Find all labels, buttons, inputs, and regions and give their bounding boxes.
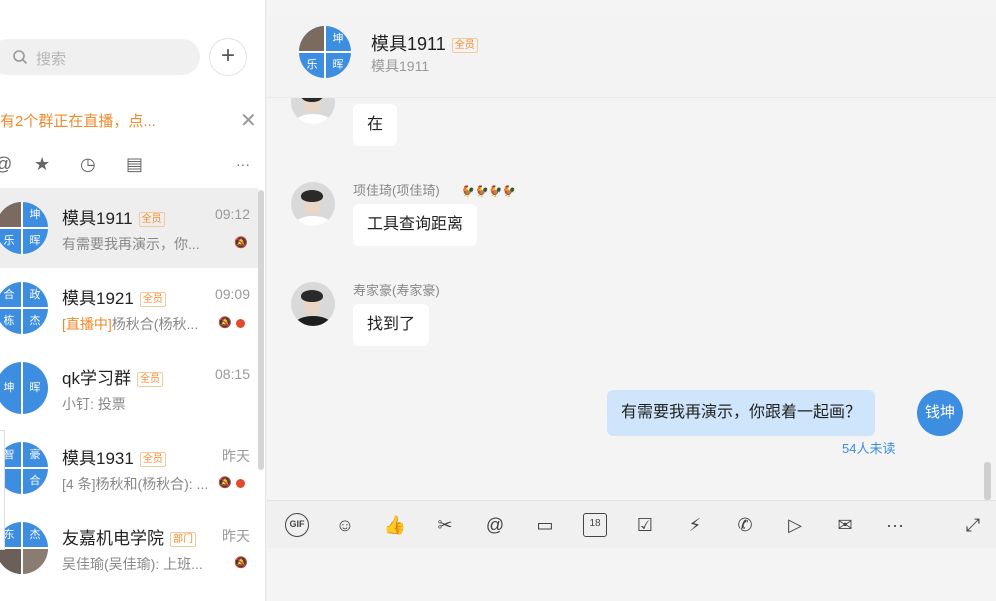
mute-icon: 🔕 bbox=[218, 317, 232, 329]
user-avatar[interactable] bbox=[291, 282, 335, 326]
conversation-time: 08:15 bbox=[214, 366, 250, 382]
conversation-item[interactable]: 坤 晖 qk学习群 全员 08:15 小钉: 投票 bbox=[0, 348, 258, 428]
more-icon[interactable]: ··· bbox=[236, 156, 250, 172]
member-badge: 全员 bbox=[136, 372, 163, 388]
search-input[interactable]: 搜索 bbox=[0, 39, 200, 75]
conversation-preview: 吴佳瑜(吴佳瑜): 上班... bbox=[62, 556, 203, 572]
folder-icon[interactable]: ▭ bbox=[533, 513, 557, 537]
member-badge: 全员 bbox=[138, 212, 165, 228]
user-avatar[interactable] bbox=[291, 98, 335, 124]
emoji-icon[interactable]: ☺ bbox=[333, 513, 357, 537]
calendar-icon[interactable]: 18 bbox=[583, 513, 607, 537]
flash-icon[interactable]: ⚡ bbox=[683, 513, 707, 537]
conversation-time: 昨天 bbox=[222, 528, 250, 544]
gif-icon[interactable]: GIF bbox=[285, 513, 309, 537]
conversation-preview: 有需要我再演示，你... bbox=[62, 236, 200, 252]
mute-icon: 🔕 bbox=[234, 557, 248, 569]
chat-group-avatar[interactable]: 坤 乐 晖 bbox=[299, 26, 351, 78]
member-badge: 全员 bbox=[139, 452, 166, 468]
screenshot-icon[interactable]: ✂ bbox=[433, 513, 457, 537]
conversation-item[interactable]: 坤 乐 晖 模具1911 全员 09:12 有需要我再演示，你... 🔕 bbox=[0, 188, 258, 268]
group-avatar: 东 杰 bbox=[0, 522, 48, 574]
expand-icon[interactable]: ⤢ bbox=[961, 513, 985, 537]
live-tag: [直播中] bbox=[62, 316, 112, 332]
conversation-name: 模具1931 全员 bbox=[62, 444, 166, 469]
chat-title[interactable]: 模具1911 全员 bbox=[371, 30, 478, 56]
filter-tabs: @ ★ ◷ ▤ ··· bbox=[0, 148, 265, 184]
message-input[interactable] bbox=[267, 548, 996, 601]
chat-subtitle: 模具1911 bbox=[371, 58, 430, 74]
conversation-time: 昨天 bbox=[222, 448, 250, 464]
conversation-preview: 小钉: 投票 bbox=[62, 396, 126, 412]
chat-header: 坤 乐 晖 模具1911 全员 模具1911 bbox=[267, 16, 996, 98]
clock-icon[interactable]: ◷ bbox=[80, 154, 96, 175]
input-toolbar: GIF ☺ 👍 ✂ @ ▭ 18 ☑ ⚡ ✆ ▷ ✉ ··· ⤢ bbox=[267, 500, 996, 548]
side-handle[interactable] bbox=[0, 430, 5, 550]
sender-name: 项佳琦(项佳琦) 🐓🐓🐓🐓 bbox=[353, 183, 517, 198]
conversation-name: 友嘉机电学院 部门 bbox=[62, 524, 196, 549]
close-icon[interactable]: ✕ bbox=[240, 108, 257, 133]
conversation-name: 模具1921 全员 bbox=[62, 284, 166, 309]
search-placeholder: 搜索 bbox=[36, 51, 67, 68]
like-icon[interactable]: 👍 bbox=[383, 513, 407, 537]
conversation-name: qk学习群 全员 bbox=[62, 364, 163, 389]
live-icon[interactable]: ▷ bbox=[783, 513, 807, 537]
conversation-sidebar: 搜索 + 有2个群正在直播，点... ✕ @ ★ ◷ ▤ ··· 坤 乐 晖 模… bbox=[0, 0, 266, 601]
message-bubble: 在 bbox=[353, 104, 398, 146]
conversation-preview: [直播中]杨秋合(杨秋... bbox=[62, 316, 199, 332]
group-avatar: 智 豪 合 bbox=[0, 442, 48, 494]
member-badge: 全员 bbox=[139, 292, 166, 308]
at-icon[interactable]: @ bbox=[0, 154, 12, 175]
mute-icon: 🔕 bbox=[218, 477, 232, 489]
conversation-list: 坤 乐 晖 模具1911 全员 09:12 有需要我再演示，你... 🔕 合 政 … bbox=[0, 188, 258, 588]
phone-icon[interactable]: ✆ bbox=[733, 513, 757, 537]
conversation-item[interactable]: 东 杰 友嘉机电学院 部门 昨天 吴佳瑜(吴佳瑜): 上班... 🔕 bbox=[0, 508, 258, 588]
unread-dot bbox=[236, 479, 245, 488]
message-bubble: 找到了 bbox=[353, 304, 430, 346]
rooster-emoji: 🐓🐓🐓🐓 bbox=[461, 186, 517, 198]
group-avatar: 合 政 栋 杰 bbox=[0, 282, 48, 334]
search-icon bbox=[13, 50, 28, 65]
add-button[interactable]: + bbox=[209, 38, 247, 76]
archive-icon[interactable]: ▤ bbox=[126, 154, 143, 175]
sidebar-scrollbar[interactable] bbox=[258, 190, 264, 470]
my-avatar[interactable]: 钱坤 bbox=[917, 390, 963, 436]
more-icon[interactable]: ··· bbox=[883, 513, 907, 537]
member-badge: 全员 bbox=[451, 37, 478, 53]
unread-dot bbox=[236, 319, 245, 328]
task-icon[interactable]: ☑ bbox=[633, 513, 657, 537]
chat-panel: 坤 乐 晖 模具1911 全员 模具1911 在 项佳琦(项佳琦) 🐓🐓🐓🐓 工具… bbox=[267, 0, 996, 601]
user-avatar[interactable] bbox=[291, 182, 335, 226]
conversation-item[interactable]: 合 政 栋 杰 模具1921 全员 09:09 [直播中]杨秋合(杨秋... 🔕 bbox=[0, 268, 258, 348]
star-icon[interactable]: ★ bbox=[34, 154, 50, 175]
my-message-bubble: 有需要我再演示，你跟着一起画？ bbox=[607, 390, 876, 436]
conversation-name: 模具1911 全员 bbox=[62, 204, 165, 229]
message-area: 在 项佳琦(项佳琦) 🐓🐓🐓🐓 工具查询距离 寿家豪(寿家豪) 找到了 有需要我… bbox=[267, 98, 996, 500]
chat-scrollbar[interactable] bbox=[984, 462, 991, 500]
sender-name: 寿家豪(寿家豪) bbox=[353, 283, 440, 298]
department-badge: 部门 bbox=[170, 532, 196, 548]
live-banner-text[interactable]: 有2个群正在直播，点... bbox=[0, 110, 156, 131]
conversation-time: 09:09 bbox=[214, 286, 250, 302]
conversation-item[interactable]: 智 豪 合 模具1931 全员 昨天 [4 条]杨秋和(杨秋合): ... 🔕 bbox=[0, 428, 258, 508]
group-avatar: 坤 乐 晖 bbox=[0, 202, 48, 254]
unread-count[interactable]: 54人未读 bbox=[842, 438, 895, 457]
live-banner[interactable]: 有2个群正在直播，点... ✕ bbox=[0, 100, 265, 140]
mail-icon[interactable]: ✉ bbox=[833, 513, 857, 537]
message-bubble: 工具查询距离 bbox=[353, 204, 478, 246]
conversation-preview: [4 条]杨秋和(杨秋合): ... bbox=[62, 476, 209, 492]
group-avatar: 坤 晖 bbox=[0, 362, 48, 414]
conversation-time: 09:12 bbox=[214, 206, 250, 222]
mute-icon: 🔕 bbox=[234, 237, 248, 249]
mention-icon[interactable]: @ bbox=[483, 513, 507, 537]
